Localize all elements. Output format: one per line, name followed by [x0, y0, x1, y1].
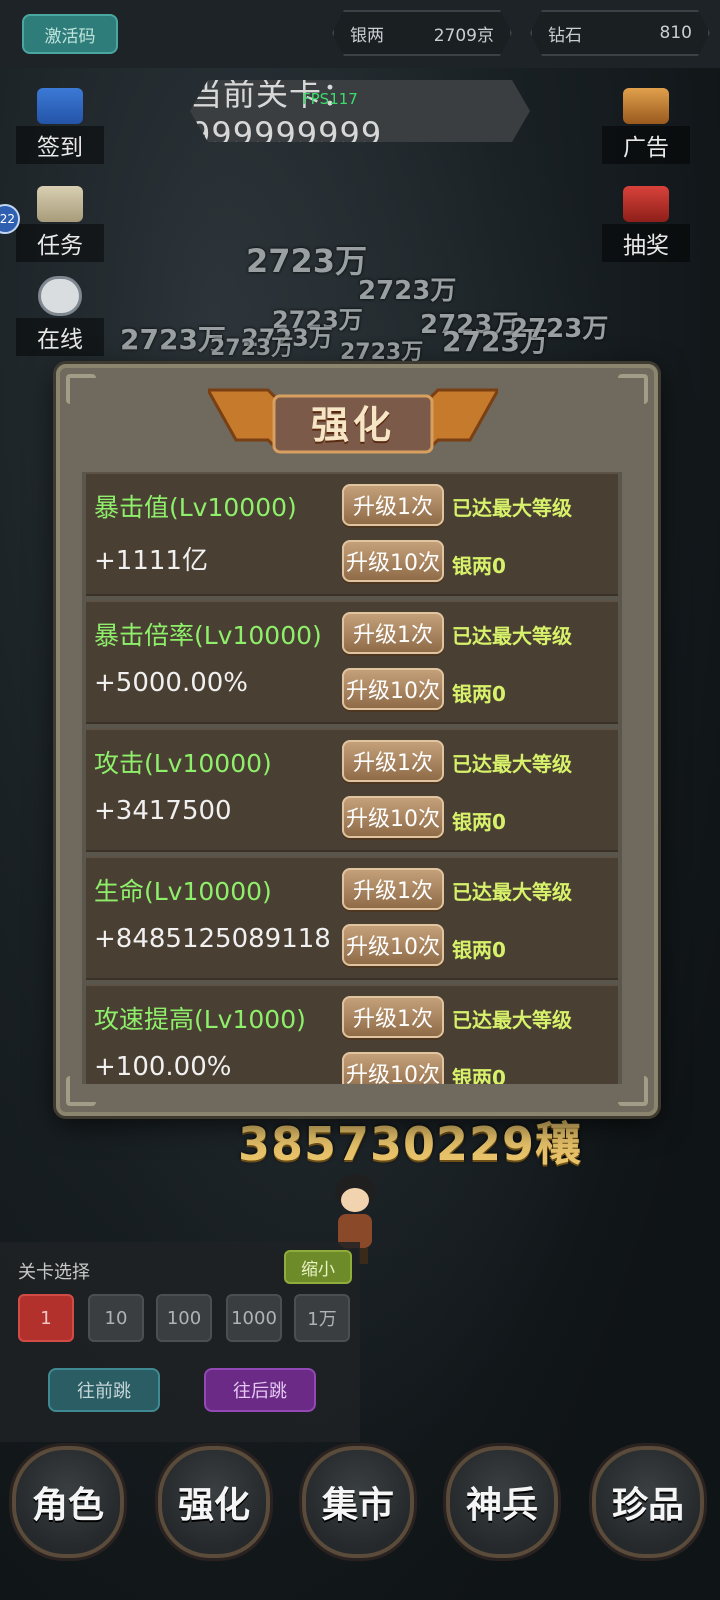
upgrade-10x-button[interactable]: 升级10次: [342, 1052, 444, 1084]
level-step-10000[interactable]: 1万: [294, 1294, 350, 1342]
sign-in-menu[interactable]: 签到: [16, 88, 104, 164]
nav-enhance[interactable]: 强化: [158, 1446, 270, 1558]
diamond-currency: 钻石 810: [530, 10, 710, 56]
upgrade-1x-button[interactable]: 升级1次: [342, 484, 444, 526]
fps-counter: FPS117: [302, 90, 358, 108]
scroll-icon: [37, 186, 83, 222]
max-level-status: 已达最大等级: [452, 624, 572, 648]
max-level-status: 已达最大等级: [452, 1008, 572, 1032]
stat-name: 暴击倍率(Lv10000): [94, 621, 322, 650]
stat-value: +1111亿: [94, 546, 208, 576]
lottery-menu[interactable]: 抽奖: [602, 186, 690, 262]
online-label: 在线: [16, 318, 104, 356]
upgrade-10x-button[interactable]: 升级10次: [342, 796, 444, 838]
damage-number: 2723万: [210, 336, 294, 361]
online-menu[interactable]: 在线: [16, 276, 104, 356]
silver-cost: 银两0: [452, 810, 506, 834]
gold-counter: 385730229穰: [238, 1117, 583, 1171]
tasks-label: 任务: [16, 224, 104, 262]
stat-name: 攻速提高(Lv1000): [94, 1005, 306, 1034]
upgrade-row-attack-speed: 攻速提高(Lv1000) +100.00% 升级1次 升级10次 已达最大等级 …: [86, 984, 618, 1084]
shrink-button[interactable]: 缩小: [284, 1250, 352, 1284]
upgrade-1x-button[interactable]: 升级1次: [342, 996, 444, 1038]
sign-in-label: 签到: [16, 126, 104, 164]
stat-value: +8485125089118: [94, 924, 331, 954]
ads-menu[interactable]: 广告: [602, 88, 690, 164]
stopwatch-icon: [38, 276, 82, 316]
diamond-value: 810: [659, 23, 692, 43]
current-stage-text: 当前关卡：999999999: [190, 75, 383, 153]
modal-title: 强化: [310, 403, 395, 447]
upgrade-10x-button[interactable]: 升级10次: [342, 668, 444, 710]
nav-label: 神兵: [465, 1485, 538, 1526]
jump-back-button[interactable]: 往后跳: [204, 1368, 316, 1412]
silver-cost: 银两0: [452, 554, 506, 578]
top-bar: 激活码 银两 2709京 钻石 810: [0, 0, 720, 68]
enhance-modal: 强化 暴击值(Lv10000) +1111亿 升级1次 升级10次 已达最大等级…: [56, 364, 658, 1116]
max-level-status: 已达最大等级: [452, 752, 572, 776]
stat-value: +3417500: [94, 796, 232, 826]
jump-forward-button[interactable]: 往前跳: [48, 1368, 160, 1412]
ads-label: 广告: [602, 126, 690, 164]
nav-treasures[interactable]: 珍品: [592, 1446, 704, 1558]
silver-label: 银两: [350, 25, 384, 46]
activation-code-button[interactable]: 激活码: [22, 14, 118, 54]
upgrade-10x-button[interactable]: 升级10次: [342, 924, 444, 966]
stage-select-panel: 关卡选择 缩小 1 10 100 1000 1万 往前跳 往后跳: [0, 1242, 360, 1442]
max-level-status: 已达最大等级: [452, 496, 572, 520]
level-step-1000[interactable]: 1000: [226, 1294, 282, 1342]
current-stage-banner: 当前关卡：999999999: [190, 80, 530, 142]
silver-cost: 银两0: [452, 1066, 506, 1084]
modal-title-plate: 强化: [208, 380, 498, 456]
level-step-100[interactable]: 100: [156, 1294, 212, 1342]
silver-currency: 银两 2709京: [332, 10, 512, 56]
lottery-label: 抽奖: [602, 224, 690, 262]
stage-select-label: 关卡选择: [18, 1262, 90, 1283]
diamond-label: 钻石: [548, 25, 582, 46]
silver-cost: 银两0: [452, 938, 506, 962]
upgrade-list[interactable]: 暴击值(Lv10000) +1111亿 升级1次 升级10次 已达最大等级 银两…: [82, 472, 622, 1084]
silver-cost: 银两0: [452, 682, 506, 706]
corner-ornament: [618, 374, 648, 404]
corner-ornament: [66, 374, 96, 404]
edge-badge-text: 22: [0, 212, 15, 226]
stat-name: 生命(Lv10000): [94, 877, 272, 906]
tasks-menu[interactable]: 任务: [16, 186, 104, 262]
treasure-chest-icon: [623, 88, 669, 124]
nav-label: 角色: [31, 1485, 104, 1526]
stat-value: +100.00%: [94, 1052, 232, 1082]
corner-ornament: [618, 1076, 648, 1106]
upgrade-row-crit-rate: 暴击倍率(Lv10000) +5000.00% 升级1次 升级10次 已达最大等…: [86, 600, 618, 724]
nav-label: 集市: [321, 1485, 394, 1526]
gift-icon: [37, 88, 83, 124]
nav-label: 强化: [177, 1485, 250, 1526]
upgrade-row-crit-value: 暴击值(Lv10000) +1111亿 升级1次 升级10次 已达最大等级 银两…: [86, 472, 618, 596]
nav-market[interactable]: 集市: [302, 1446, 414, 1558]
damage-number: 2723万: [510, 314, 609, 344]
lottery-gift-icon: [623, 186, 669, 222]
max-level-status: 已达最大等级: [452, 880, 572, 904]
nav-divine-weapon[interactable]: 神兵: [446, 1446, 558, 1558]
nav-label: 珍品: [611, 1485, 684, 1526]
damage-number: 2723万: [246, 242, 368, 280]
silver-value: 2709京: [433, 25, 494, 46]
upgrade-10x-button[interactable]: 升级10次: [342, 540, 444, 582]
upgrade-1x-button[interactable]: 升级1次: [342, 740, 444, 782]
stat-name: 暴击值(Lv10000): [94, 493, 297, 522]
stat-name: 攻击(Lv10000): [94, 749, 272, 778]
nav-character[interactable]: 角色: [12, 1446, 124, 1558]
upgrade-row-health: 生命(Lv10000) +8485125089118 升级1次 升级10次 已达…: [86, 856, 618, 980]
level-step-10[interactable]: 10: [88, 1294, 144, 1342]
upgrade-1x-button[interactable]: 升级1次: [342, 868, 444, 910]
upgrade-row-attack: 攻击(Lv10000) +3417500 升级1次 升级10次 已达最大等级 银…: [86, 728, 618, 852]
upgrade-1x-button[interactable]: 升级1次: [342, 612, 444, 654]
damage-number: 2723万: [340, 340, 424, 365]
damage-number: 2723万: [358, 276, 457, 306]
level-step-1[interactable]: 1: [18, 1294, 74, 1342]
stat-value: +5000.00%: [94, 668, 249, 698]
